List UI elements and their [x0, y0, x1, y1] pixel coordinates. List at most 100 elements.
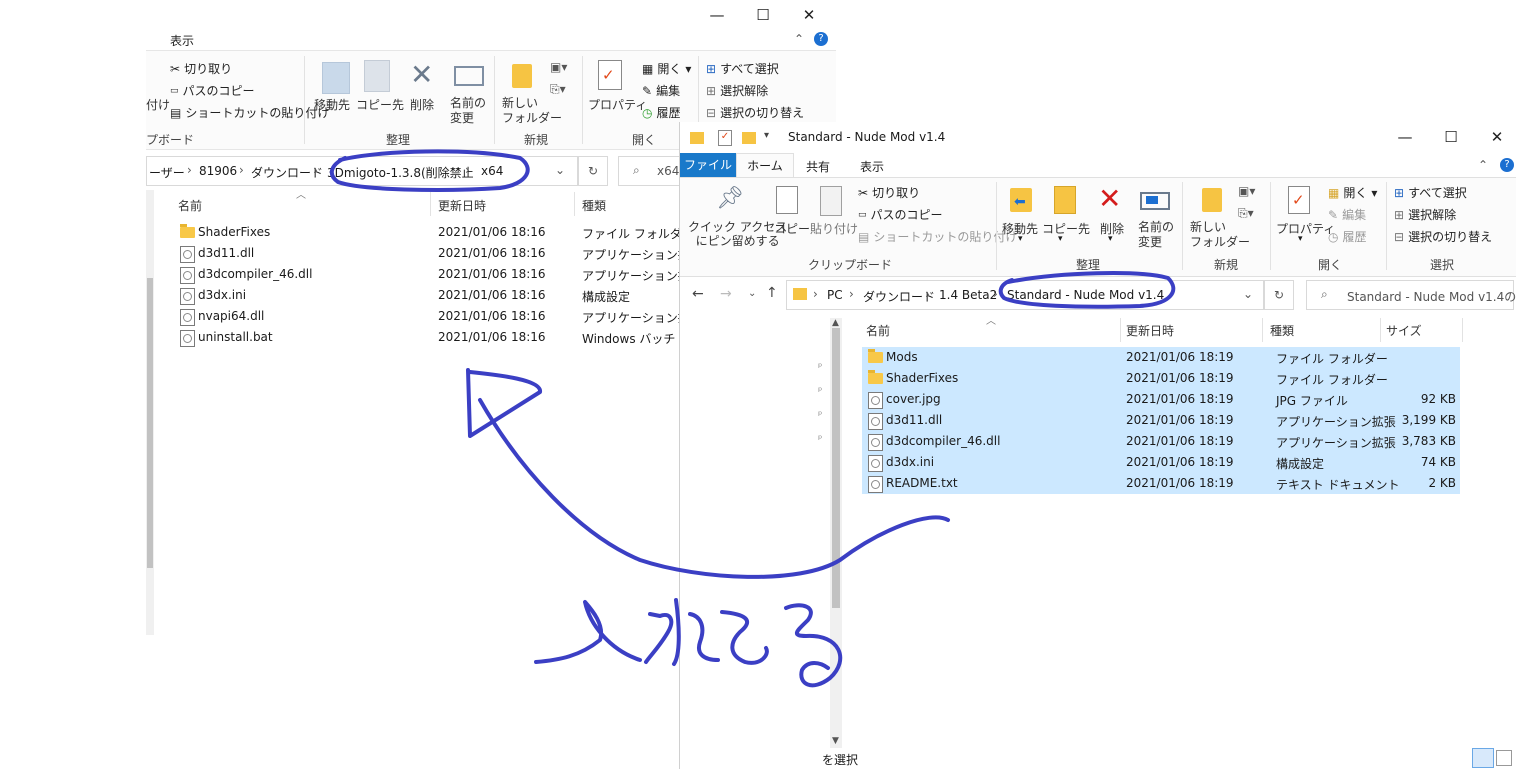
minimize-button[interactable]: — [694, 0, 740, 30]
easy-access-icon[interactable]: ⎘▾ [1238, 206, 1254, 221]
file-row[interactable]: d3dcompiler_46.dll 2021/01/06 18:16 アプリケーシ… [172, 264, 732, 285]
select-all-button[interactable]: ⊞ すべて選択 [1394, 184, 1467, 201]
column-divider[interactable] [1120, 318, 1121, 342]
invert-selection-button[interactable]: ⊟ 選択の切り替え [1394, 228, 1492, 245]
column-header-modified[interactable]: 更新日時 [1126, 322, 1174, 339]
invert-selection-button[interactable]: ⊟ 選択の切り替え [706, 104, 804, 121]
select-none-button[interactable]: ⊞ 選択解除 [706, 82, 768, 99]
file-row[interactable]: README.txt 2021/01/06 18:19 テキスト ドキュメント 2 K… [862, 473, 1460, 494]
select-all-button[interactable]: ⊞ すべて選択 [706, 60, 779, 77]
edit-button[interactable]: ✎ 編集 [642, 82, 680, 99]
select-none-button[interactable]: ⊞ 選択解除 [1394, 206, 1456, 223]
close-button[interactable]: ✕ [1474, 122, 1516, 152]
minimize-button[interactable]: — [1382, 122, 1428, 152]
ribbon-collapse-icon[interactable]: ⌃ [1478, 158, 1488, 172]
edit-button[interactable]: ✎ 編集 [1328, 206, 1366, 223]
column-divider[interactable] [574, 192, 575, 216]
move-to-button[interactable]: 移動先 [314, 96, 350, 113]
chevron-down-icon[interactable]: ⌄ [1243, 287, 1253, 301]
breadcrumb-segment[interactable]: 3Dmigoto-1.3.8(削除禁止 [327, 164, 474, 181]
pin-quick-access-button[interactable]: クイック アクセス にピン留めする [688, 220, 787, 248]
file-row[interactable]: ShaderFixes 2021/01/06 18:16 ファイル フォルダー [172, 222, 732, 243]
close-button[interactable]: ✕ [786, 0, 832, 30]
large-icons-view-button[interactable] [1496, 750, 1512, 766]
new-folder-button[interactable]: 新しい フォルダー [1190, 220, 1250, 250]
details-view-button[interactable] [1472, 748, 1494, 768]
copy-path-button[interactable]: ▭ パスのコピー [858, 206, 943, 223]
file-row[interactable]: cover.jpg 2021/01/06 18:19 JPG ファイル 92 KB [862, 389, 1460, 410]
refresh-button[interactable]: ↻ [1264, 280, 1294, 310]
paste-button-partial[interactable]: 付け [146, 96, 170, 113]
file-row[interactable]: uninstall.bat 2021/01/06 18:16 Windows バッチ… [172, 327, 732, 348]
nav-pane-scrollbar[interactable]: ▲ ▼ [830, 318, 842, 748]
help-icon[interactable]: ? [1500, 158, 1514, 172]
copy-path-button[interactable]: ▭ パスのコピー [170, 82, 255, 99]
quick-access-folder-icon[interactable] [690, 132, 704, 144]
file-row[interactable]: d3d11.dll 2021/01/06 18:16 アプリケーション拡張 [172, 243, 732, 264]
tab-share[interactable]: 共有 [806, 158, 830, 175]
rename-button[interactable]: 名前の 変更 [450, 96, 486, 126]
open-button[interactable]: ▦ 開く ▾ [1328, 184, 1377, 201]
paste-shortcut-button[interactable]: ▤ ショートカットの貼り付け [170, 104, 329, 121]
forward-arrow-icon[interactable]: → [720, 286, 732, 302]
copy-button[interactable]: コピー [774, 220, 810, 237]
tab-home[interactable]: ホーム [736, 153, 794, 178]
history-button[interactable]: ◷ 履歴 [642, 104, 681, 121]
column-header-type[interactable]: 種類 [582, 197, 606, 214]
rename-button[interactable]: 名前の 変更 [1138, 220, 1174, 250]
column-header-name[interactable]: 名前 [866, 322, 890, 339]
new-folder-quick-icon[interactable] [742, 132, 756, 144]
paste-shortcut-button[interactable]: ▤ ショートカットの貼り付け [858, 228, 1017, 245]
column-header-type[interactable]: 種類 [1270, 322, 1294, 339]
column-divider[interactable] [1380, 318, 1381, 342]
maximize-button[interactable]: ☐ [1428, 122, 1474, 152]
tab-file[interactable]: ファイル [680, 153, 736, 177]
delete-button[interactable]: 削除 [410, 96, 434, 113]
file-row[interactable]: d3dx.ini 2021/01/06 18:16 構成設定 [172, 285, 732, 306]
breadcrumb-segment[interactable]: PC [827, 288, 843, 302]
nav-pane-scrollbar[interactable] [146, 190, 154, 635]
file-row[interactable]: ShaderFixes 2021/01/06 18:19 ファイル フォルダー [862, 368, 1460, 389]
breadcrumb-segment[interactable]: 1.4 Beta2 [939, 288, 997, 302]
column-divider[interactable] [1462, 318, 1463, 342]
properties-button[interactable]: プロパティ [1276, 220, 1335, 237]
file-row[interactable]: nvapi64.dll 2021/01/06 18:16 アプリケーション拡張 [172, 306, 732, 327]
paste-button[interactable]: 貼り付け [810, 220, 858, 237]
customize-toolbar-icon[interactable]: ▾ [764, 130, 769, 141]
breadcrumb-segment[interactable]: Standard - Nude Mod v1.4 [1007, 288, 1164, 302]
search-box[interactable]: ⌕ Standard - Nude Mod v1.4の... [1306, 280, 1516, 310]
column-header-modified[interactable]: 更新日時 [438, 197, 486, 214]
properties-quick-icon[interactable]: ✓ [718, 130, 732, 146]
column-divider[interactable] [1262, 318, 1263, 342]
help-icon[interactable]: ? [814, 32, 828, 46]
new-item-icon[interactable]: ▣▾ [550, 60, 567, 74]
back-arrow-icon[interactable]: ← [692, 286, 704, 302]
file-row[interactable]: d3dcompiler_46.dll 2021/01/06 18:19 アプリケーシ… [862, 431, 1460, 452]
address-bar[interactable]: › PC › ダウンロード › 1.4 Beta2 › Standard - N… [786, 280, 1264, 310]
breadcrumb-segment[interactable]: x64 [481, 164, 503, 178]
new-folder-button[interactable]: 新しい フォルダー [502, 96, 562, 126]
breadcrumb-segment[interactable]: ーザー [149, 164, 185, 181]
cut-button[interactable]: ✂ 切り取り [170, 60, 232, 77]
column-header-name[interactable]: 名前 [178, 197, 202, 214]
history-button[interactable]: ◷ 履歴 [1328, 228, 1367, 245]
cut-button[interactable]: ✂ 切り取り [858, 184, 920, 201]
up-arrow-icon[interactable]: ↑ [766, 285, 778, 301]
chevron-down-icon[interactable]: ⌄ [555, 163, 565, 177]
properties-button[interactable]: プロパティ [588, 96, 647, 113]
file-row[interactable]: d3d11.dll 2021/01/06 18:19 アプリケーション拡張 3,199… [862, 410, 1460, 431]
copy-to-button[interactable]: コピー先 [1042, 220, 1090, 237]
column-divider[interactable] [430, 192, 431, 216]
ribbon-collapse-icon[interactable]: ⌃ [794, 32, 804, 46]
column-header-size[interactable]: サイズ [1386, 322, 1422, 339]
refresh-button[interactable]: ↻ [578, 156, 608, 186]
new-item-icon[interactable]: ▣▾ [1238, 184, 1255, 198]
address-bar[interactable]: ーザー › 81906 › ダウンロード › 3Dmigoto-1.3.8(削除… [146, 156, 578, 186]
tab-view[interactable]: 表示 [860, 158, 884, 175]
copy-to-button[interactable]: コピー先 [356, 96, 404, 113]
open-button[interactable]: ▦ 開く ▾ [642, 60, 691, 77]
file-row[interactable]: d3dx.ini 2021/01/06 18:19 構成設定 74 KB [862, 452, 1460, 473]
recent-locations-icon[interactable]: ⌄ [748, 288, 756, 299]
maximize-button[interactable]: ☐ [740, 0, 786, 30]
tab-view[interactable]: 表示 [170, 32, 194, 49]
